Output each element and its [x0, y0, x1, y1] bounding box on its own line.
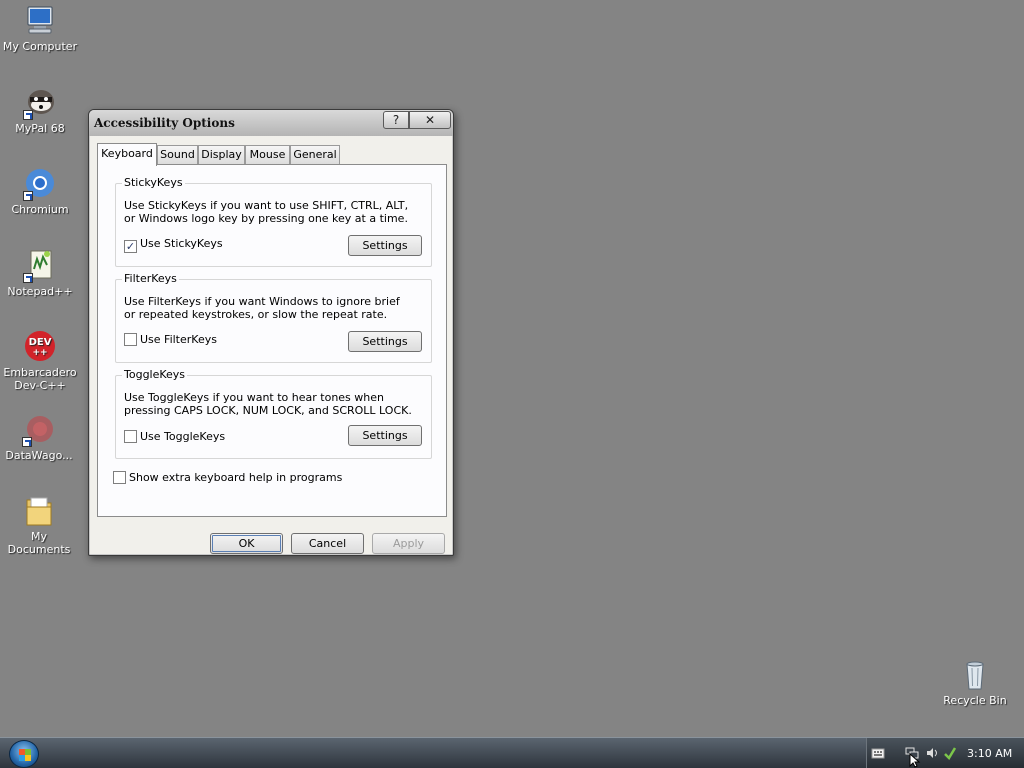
desktop-icon-my-documents[interactable]: My Documents: [0, 494, 78, 556]
desktop-icon-label: Notepad++: [7, 285, 73, 298]
keyboard-tab-panel: StickyKeys Use StickyKeys if you want to…: [97, 164, 447, 517]
checkbox-unchecked[interactable]: [124, 333, 137, 346]
checkbox-unchecked[interactable]: [124, 430, 137, 443]
togglekeys-settings-button[interactable]: Settings: [348, 425, 422, 446]
stickykeys-group: StickyKeys Use StickyKeys if you want to…: [115, 176, 432, 267]
extra-keyboard-help-checkbox[interactable]: Show extra keyboard help in programs: [113, 471, 342, 484]
shortcut-arrow-icon: [23, 191, 33, 201]
taskbar: 3:10 AM: [0, 737, 1024, 768]
desktop-icon-label: My Documents: [7, 530, 71, 556]
extra-keyboard-help-label: Show extra keyboard help in programs: [129, 471, 343, 484]
desktop-icon-label: My Computer: [2, 40, 78, 53]
desktop-icon-datawagon[interactable]: DataWago...: [0, 413, 78, 462]
taskbar-clock[interactable]: 3:10 AM: [967, 747, 1012, 760]
togglekeys-description: Use ToggleKeys if you want to hear tones…: [124, 391, 412, 417]
filterkeys-settings-button[interactable]: Settings: [348, 331, 422, 352]
togglekeys-group: ToggleKeys Use ToggleKeys if you want to…: [115, 368, 432, 459]
windows-start-icon: [19, 749, 31, 761]
stickykeys-title: StickyKeys: [122, 176, 185, 189]
chromium-icon: [23, 167, 57, 201]
svg-text:DEV: DEV: [29, 337, 52, 348]
use-filterkeys-label: Use FilterKeys: [140, 333, 217, 346]
accessibility-options-dialog: Accessibility Options ? ✕ Keyboard Sound…: [88, 109, 454, 556]
desktop-icon-label: Chromium: [11, 203, 69, 216]
system-tray: 3:10 AM: [866, 738, 1024, 768]
use-filterkeys-checkbox[interactable]: Use FilterKeys: [124, 333, 217, 346]
help-button[interactable]: ?: [383, 111, 409, 129]
shortcut-arrow-icon: [23, 273, 33, 283]
ok-button[interactable]: OK: [210, 533, 283, 554]
use-togglekeys-checkbox[interactable]: Use ToggleKeys: [124, 430, 225, 443]
togglekeys-title: ToggleKeys: [122, 368, 188, 381]
desktop-icon-mypal[interactable]: MyPal 68: [1, 86, 79, 135]
desktop-icon-label: DataWago...: [5, 449, 73, 462]
dialog-client-area: Keyboard Sound Display Mouse General Sti…: [90, 136, 452, 554]
filterkeys-description: Use FilterKeys if you want Windows to ig…: [124, 295, 400, 321]
cancel-button[interactable]: Cancel: [291, 533, 364, 554]
security-icon[interactable]: [943, 746, 957, 760]
desktop-icon-label: MyPal 68: [15, 122, 65, 135]
devcpp-icon: DEV ++: [23, 330, 57, 364]
desktop-icon-recycle-bin[interactable]: Recycle Bin: [936, 658, 1014, 707]
use-togglekeys-label: Use ToggleKeys: [140, 430, 226, 443]
tab-display[interactable]: Display: [198, 145, 245, 164]
desktop-icon-chromium[interactable]: Chromium: [1, 167, 79, 216]
desktop-icon-label: Recycle Bin: [943, 694, 1007, 707]
tab-mouse[interactable]: Mouse: [245, 145, 290, 164]
tab-sound[interactable]: Sound: [157, 145, 198, 164]
recycle-bin-icon: [958, 658, 992, 692]
desktop-icon-notepad-plus-plus[interactable]: Notepad++: [1, 249, 79, 298]
start-button[interactable]: [9, 740, 39, 768]
filterkeys-group: FilterKeys Use FilterKeys if you want Wi…: [115, 272, 432, 363]
dialog-title: Accessibility Options: [94, 116, 235, 130]
svg-text:++: ++: [32, 348, 47, 358]
mypal-icon: [23, 86, 57, 120]
desktop-icon-my-computer[interactable]: My Computer: [1, 4, 79, 53]
stickykeys-description: Use StickyKeys if you want to use SHIFT,…: [124, 199, 409, 225]
mouse-cursor-icon: [909, 753, 921, 768]
title-bar[interactable]: Accessibility Options ? ✕: [89, 110, 453, 136]
stickykeys-settings-button[interactable]: Settings: [348, 235, 422, 256]
tab-general[interactable]: General: [290, 145, 340, 164]
desktop-icon-devcpp[interactable]: DEV ++ Embarcadero Dev-C++: [0, 330, 80, 392]
tab-keyboard[interactable]: Keyboard: [97, 143, 157, 166]
apply-button[interactable]: Apply: [372, 533, 445, 554]
shortcut-arrow-icon: [23, 110, 33, 120]
shortcut-arrow-icon: [22, 437, 32, 447]
close-button[interactable]: ✕: [409, 111, 451, 129]
notepad-plus-plus-icon: [23, 249, 57, 283]
use-stickykeys-label: Use StickyKeys: [140, 237, 223, 250]
desktop-icon-label: Embarcadero Dev-C++: [3, 366, 77, 392]
computer-icon: [23, 4, 57, 38]
speaker-icon[interactable]: [925, 746, 939, 760]
keyboard-icon[interactable]: [871, 746, 885, 760]
checkbox-unchecked[interactable]: [113, 471, 126, 484]
filterkeys-title: FilterKeys: [122, 272, 179, 285]
folder-icon: [22, 494, 56, 528]
use-stickykeys-checkbox[interactable]: ✓ Use StickyKeys: [124, 237, 223, 253]
datawagon-icon: [22, 413, 56, 447]
checkbox-checked[interactable]: ✓: [124, 240, 137, 253]
